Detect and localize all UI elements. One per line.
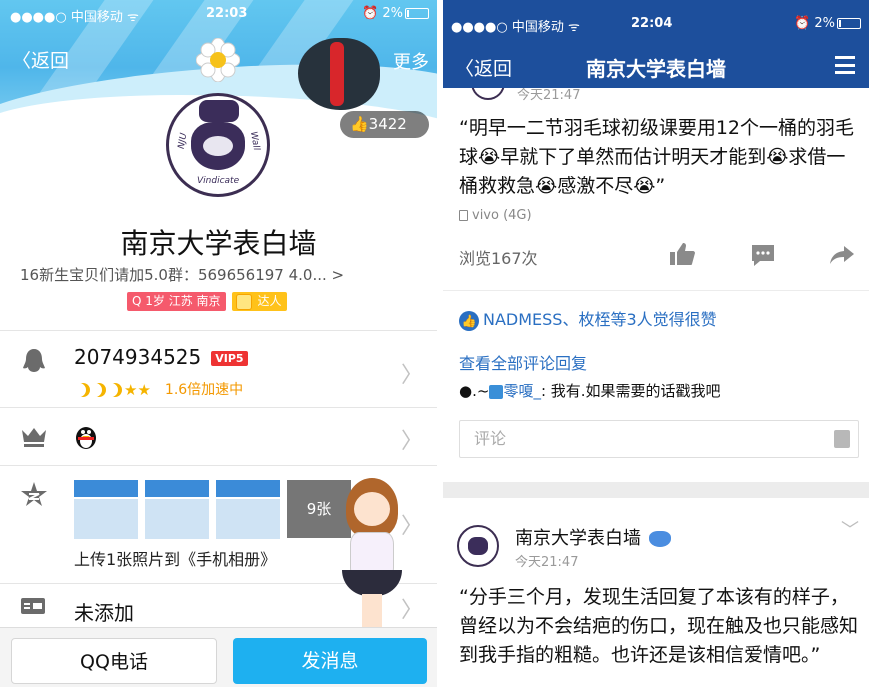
qzone-feed-screen: 今天21:47 ●●●●○ 中国移动 ᯤ 22:04 ⏰ 2% 〈返回 南京大学…: [443, 0, 869, 687]
post-text: “分手三个月，发现生活回复了本该有的样子，曾经以为不会结疤的伤口，现在触及也只能…: [459, 586, 859, 666]
page-title: 南京大学表白墙: [586, 57, 726, 81]
flower-icon: [196, 38, 240, 82]
privilege-row[interactable]: 〉: [0, 407, 437, 465]
vip-badge: VIP5: [211, 351, 248, 366]
album-thumbnail-body: [74, 499, 138, 539]
post-time: 今天21:47: [515, 555, 579, 570]
thumb-up-icon: 👍: [459, 310, 479, 331]
post-text: “明早一二节羽毛球初级课要用12个一桶的羽毛球😭早就下了单然而估计明天才能到😭求…: [459, 117, 855, 197]
expert-badge[interactable]: 达人: [231, 292, 287, 311]
emoji-icon: [489, 384, 504, 399]
chevron-down-icon[interactable]: ﹀: [841, 516, 859, 542]
comment-input[interactable]: 评论: [459, 420, 859, 458]
profile-avatar[interactable]: NJU Wall Vindicate: [166, 93, 270, 197]
qq-level: ★★ 1.6倍加速中: [76, 379, 243, 399]
album-thumbnail-body: [145, 499, 209, 539]
emoji-keyboard-icon[interactable]: [834, 430, 850, 448]
view-count: 浏览167次: [459, 249, 538, 268]
bottom-action-bar: QQ电话 发消息: [0, 627, 437, 687]
battery-icon: [405, 8, 429, 19]
profile-signature[interactable]: 16新生宝贝们请加5.0群：569656197 4.0... >: [20, 264, 430, 285]
post-device: vivo (4G): [459, 208, 532, 223]
author-avatar[interactable]: [457, 525, 499, 567]
card-value: 未添加: [74, 601, 134, 625]
carrier: ●●●●○ 中国移动 ᯤ: [451, 20, 580, 35]
feed-separator: [443, 482, 869, 498]
send-message-button[interactable]: 发消息: [233, 638, 427, 684]
qq-call-button[interactable]: QQ电话: [11, 638, 217, 684]
phone-icon: [459, 210, 468, 221]
comment-text: : 我有.如果需要的话戳我吧: [540, 382, 721, 400]
album-thumbnail-body: [216, 499, 280, 539]
album-update-text: 上传1张照片到《手机相册》: [74, 550, 277, 569]
qq-number: 2074934525: [74, 345, 202, 369]
qq-account-row[interactable]: 2074934525 VIP5 ★★ 1.6倍加速中 〉: [0, 330, 437, 407]
crown-icon: [22, 428, 46, 447]
nav-bar: ●●●●○ 中国移动 ᯤ 22:04 ⏰ 2% 〈返回 南京大学表白墙: [443, 0, 869, 88]
share-icon[interactable]: [829, 244, 855, 266]
comment-user[interactable]: 零嗄_: [503, 382, 541, 400]
comment-icon[interactable]: [750, 243, 776, 267]
carrier: ●●●●○ 中国移动 ᯤ: [10, 10, 139, 25]
like-icon[interactable]: [669, 242, 695, 266]
qq-profile-screen: ●●●●○ 中国移动 ᯤ 22:03 ⏰ 2% 〈返回 更多 👍3422 NJU…: [0, 0, 437, 687]
battery-icon: [837, 18, 861, 29]
more-button[interactable]: 更多: [393, 48, 429, 74]
girl-sticker-image: [328, 470, 416, 630]
moon-icon: [108, 383, 122, 397]
status-bar: ●●●●○ 中国移动 ᯤ 22:04 ⏰ 2%: [451, 16, 861, 35]
star-icon: ★: [137, 381, 151, 399]
verified-badge-icon: [649, 531, 671, 547]
album-thumbnail[interactable]: [74, 480, 138, 497]
like-count-button[interactable]: 👍3422: [340, 111, 429, 138]
speed-text: 1.6倍加速中: [164, 382, 244, 398]
chevron-right-icon: 〉: [400, 363, 423, 388]
qzone-star-icon: [21, 482, 47, 506]
comment-item: ●.~ 零嗄_: 我有.如果需要的话戳我吧: [459, 382, 721, 400]
battery: ⏰ 2%: [794, 16, 861, 31]
menu-icon[interactable]: [835, 56, 855, 74]
album-thumbnail[interactable]: [145, 480, 209, 497]
id-card-icon: [21, 598, 45, 614]
back-button[interactable]: 〈返回: [12, 46, 69, 73]
profile-tags: Q 1岁 江苏 南京 达人: [127, 291, 287, 311]
location-tag: Q 1岁 江苏 南京: [127, 292, 226, 311]
moon-icon: [76, 383, 90, 397]
view-all-comments-link[interactable]: 查看全部评论回复: [459, 350, 587, 374]
bird-decoration-icon: [298, 38, 380, 110]
author-name[interactable]: 南京大学表白墙: [515, 524, 671, 550]
penguin-icon: [23, 349, 45, 372]
profile-name: 南京大学表白墙: [120, 227, 317, 260]
clock: 22:03: [206, 6, 248, 21]
chevron-right-icon: 〉: [400, 429, 423, 454]
clock: 22:04: [631, 16, 673, 31]
qq-penguin-icon: [76, 427, 96, 449]
album-thumbnail[interactable]: [216, 480, 280, 497]
star-icon: ★: [124, 381, 138, 399]
status-bar: ●●●●○ 中国移动 ᯤ 22:03 ⏰ 2%: [10, 6, 429, 25]
battery: ⏰ 2%: [362, 6, 429, 21]
likers-line[interactable]: 👍 NADMESS、枚桎等3人觉得很赞: [459, 306, 717, 331]
divider: [443, 290, 869, 291]
moon-icon: [92, 383, 106, 397]
